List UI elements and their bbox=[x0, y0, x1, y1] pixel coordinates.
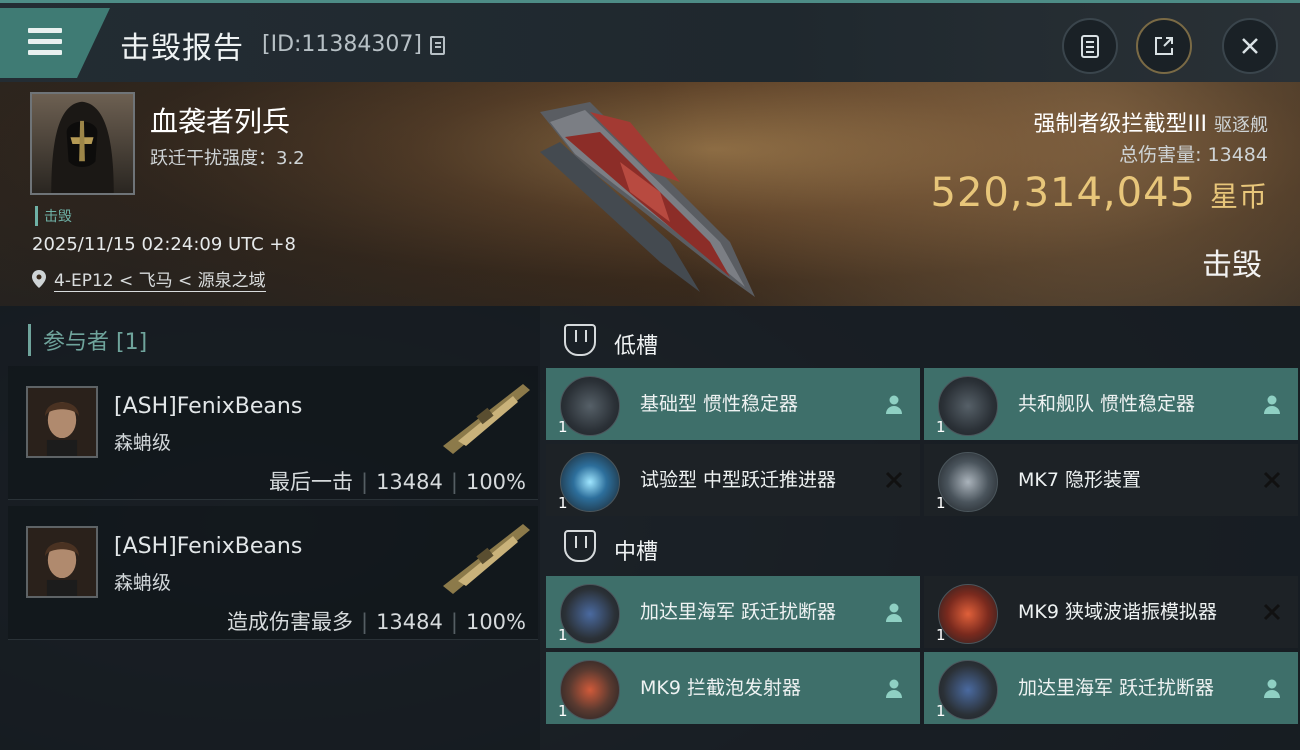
mid-slot-icon bbox=[564, 530, 596, 562]
kill-datetime: 2025/11/15 02:24:09 UTC +8 bbox=[32, 234, 296, 255]
clipboard-button[interactable] bbox=[1062, 18, 1118, 74]
module-name: MK9 狭域波谐振模拟器 bbox=[1018, 601, 1217, 623]
module-name: MK7 隐形装置 bbox=[1018, 469, 1141, 491]
destroyed-x-icon bbox=[1263, 603, 1281, 621]
report-id: [ID:11384307] bbox=[262, 32, 422, 57]
warp-disruptor-icon bbox=[938, 660, 998, 720]
total-damage: 总伤害量: 13484 bbox=[1119, 144, 1268, 166]
scram-strength: 跃迁干扰强度：3.2 bbox=[150, 148, 305, 169]
ship-class: 驱逐舰 bbox=[1214, 115, 1268, 136]
low-slot-icon bbox=[564, 324, 596, 356]
participant-ship: 森蚺级 bbox=[114, 572, 172, 594]
participants-header: 参与者 [1] bbox=[28, 324, 147, 356]
copy-icon[interactable] bbox=[430, 36, 445, 55]
low-slot-title: 低槽 bbox=[614, 334, 659, 359]
participant-row[interactable]: [ASH]FenixBeans 森蚺级 造成伤害最多 | 13484 | 100% bbox=[8, 506, 538, 640]
victim-summary: 血袭者列兵 跃迁干扰强度：3.2 击毁 2025/11/15 02:24:09 … bbox=[0, 82, 1300, 306]
location-pin-icon bbox=[32, 270, 46, 288]
share-button[interactable] bbox=[1136, 18, 1192, 74]
harmonic-simulator-icon bbox=[938, 584, 998, 644]
hooded-figure-icon bbox=[51, 101, 114, 193]
fitted-person-icon bbox=[886, 603, 902, 622]
module-item[interactable]: 1 加达里海军 跃迁扰断器 bbox=[546, 576, 920, 648]
module-item[interactable]: 1 MK9 拦截泡发射器 bbox=[546, 652, 920, 724]
destroyed-x-icon bbox=[1263, 471, 1281, 489]
destroyed-x-icon bbox=[885, 471, 903, 489]
share-icon bbox=[1155, 37, 1173, 55]
location-link[interactable]: 4-EP12 < 飞马 < 源泉之域 bbox=[54, 266, 266, 292]
currency-label: 星币 bbox=[1209, 180, 1268, 213]
fitted-person-icon bbox=[1264, 395, 1280, 414]
fitting-panel: 低槽 1 基础型 惯性稳定器 1 共和舰队 惯性稳定器 1 试验型 中型跃迁推进… bbox=[540, 306, 1300, 750]
fitted-person-icon bbox=[886, 679, 902, 698]
module-item[interactable]: 1 MK7 隐形装置 bbox=[924, 444, 1298, 516]
module-name: 试验型 中型跃迁推进器 bbox=[640, 469, 837, 491]
participant-portrait[interactable] bbox=[26, 526, 98, 598]
cloaking-device-icon bbox=[938, 452, 998, 512]
module-name: 加达里海军 跃迁扰断器 bbox=[640, 601, 837, 623]
close-button[interactable] bbox=[1222, 18, 1278, 74]
isk-value: 520,314,045 星币 bbox=[930, 170, 1268, 216]
participant-portrait[interactable] bbox=[26, 386, 98, 458]
kill-tag: 击毁 bbox=[35, 206, 72, 226]
pilot-face-icon bbox=[28, 388, 96, 456]
module-item[interactable]: 1 基础型 惯性稳定器 bbox=[546, 368, 920, 440]
module-name: 加达里海军 跃迁扰断器 bbox=[1018, 677, 1215, 699]
afterburner-icon bbox=[560, 452, 620, 512]
status-label: 击毁 bbox=[1202, 248, 1262, 283]
module-item[interactable]: 1 MK9 狭域波谐振模拟器 bbox=[924, 576, 1298, 648]
killmail-screen: 击毁报告 [ID:11384307] 血袭者列兵 跃迁干扰强度：3.2 击毁 2… bbox=[0, 0, 1300, 750]
module-name: MK9 拦截泡发射器 bbox=[640, 677, 801, 699]
menu-button[interactable] bbox=[0, 8, 110, 78]
clipboard-icon bbox=[1081, 35, 1099, 58]
weapon-icon[interactable] bbox=[438, 376, 533, 456]
warp-disruptor-icon bbox=[560, 584, 620, 644]
victim-portrait[interactable] bbox=[30, 92, 135, 195]
pilot-face-icon bbox=[28, 528, 96, 596]
participant-name[interactable]: [ASH]FenixBeans bbox=[114, 534, 302, 559]
inertial-stabilizer-icon bbox=[938, 376, 998, 436]
victim-name[interactable]: 血袭者列兵 bbox=[150, 100, 290, 140]
ship-name[interactable]: 强制者级拦截型III 驱逐舰 bbox=[1034, 106, 1268, 138]
participant-ship: 森蚺级 bbox=[114, 432, 172, 454]
module-item[interactable]: 1 共和舰队 惯性稳定器 bbox=[924, 368, 1298, 440]
inertial-stabilizer-icon bbox=[560, 376, 620, 436]
participant-name[interactable]: [ASH]FenixBeans bbox=[114, 394, 302, 419]
participant-row[interactable]: [ASH]FenixBeans 森蚺级 最后一击 | 13484 | 100% bbox=[8, 366, 538, 500]
close-icon bbox=[1242, 38, 1258, 54]
bubble-launcher-icon bbox=[560, 660, 620, 720]
participant-stats: 最后一击 | 13484 | 100% bbox=[268, 470, 526, 494]
ship-render bbox=[540, 102, 755, 297]
module-item[interactable]: 1 加达里海军 跃迁扰断器 bbox=[924, 652, 1298, 724]
weapon-icon[interactable] bbox=[438, 516, 533, 596]
module-item[interactable]: 1 试验型 中型跃迁推进器 bbox=[546, 444, 920, 516]
mid-slot-title: 中槽 bbox=[614, 540, 659, 565]
participants-panel: 参与者 [1] [ASH]FenixBeans 森蚺级 最后一击 | 13484 | 1… bbox=[0, 306, 540, 750]
header-bar: 击毁报告 [ID:11384307] bbox=[0, 0, 1300, 82]
module-name: 共和舰队 惯性稳定器 bbox=[1018, 393, 1196, 415]
fitted-person-icon bbox=[1264, 679, 1280, 698]
participant-stats: 造成伤害最多 | 13484 | 100% bbox=[226, 610, 526, 634]
menu-icon bbox=[28, 28, 62, 33]
kill-location[interactable]: 4-EP12 < 飞马 < 源泉之域 bbox=[32, 266, 266, 292]
page-title: 击毁报告 bbox=[120, 31, 244, 66]
fitted-person-icon bbox=[886, 395, 902, 414]
module-name: 基础型 惯性稳定器 bbox=[640, 393, 799, 415]
